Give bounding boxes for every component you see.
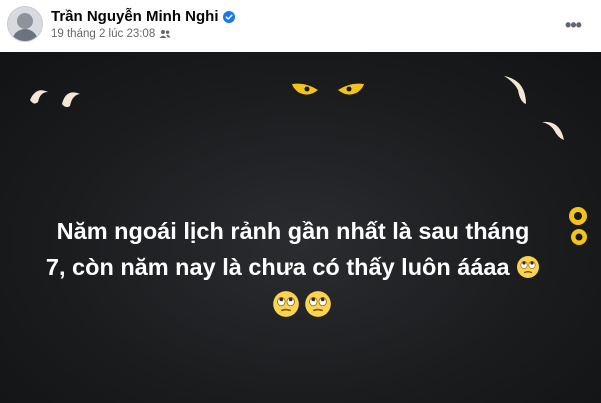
post-meta: 19 tháng 2 lúc 23:08: [51, 28, 171, 40]
post-text-line-2: 7, còn năm nay là chưa có thấy luôn ááaa: [45, 254, 510, 280]
post-text: Năm ngoái lịch rảnh gần nhất là sau thán…: [10, 213, 576, 285]
more-options-icon: •••: [565, 14, 582, 35]
friends-icon[interactable]: [159, 29, 171, 39]
author-name[interactable]: Trần Nguyễn Minh Nghi: [51, 8, 235, 25]
rolling-eyes-emoji-icon: [305, 291, 331, 317]
rolling-eyes-emoji-icon: [273, 291, 299, 317]
verified-badge-icon: [222, 10, 235, 23]
post-timestamp[interactable]: 19 tháng 2 lúc 23:08: [51, 28, 155, 40]
more-options-button[interactable]: •••: [562, 14, 584, 36]
cream-eye-right-mid-icon: [542, 121, 564, 140]
author-name-label[interactable]: Trần Nguyễn Minh Nghi: [51, 8, 219, 25]
avatar[interactable]: [7, 6, 43, 42]
yellow-eyes-top-icon: [292, 83, 364, 95]
cream-eyes-left-icon: [30, 90, 80, 108]
rolling-eyes-emoji-icon: [517, 256, 540, 278]
post-text-line-1: Năm ngoái lịch rảnh gần nhất là sau thán…: [56, 218, 530, 244]
post-header: Trần Nguyễn Minh Nghi 19 tháng 2 lúc 23:…: [0, 0, 601, 52]
cream-eye-right-top-icon: [504, 76, 526, 104]
emoji-row: [272, 290, 332, 318]
